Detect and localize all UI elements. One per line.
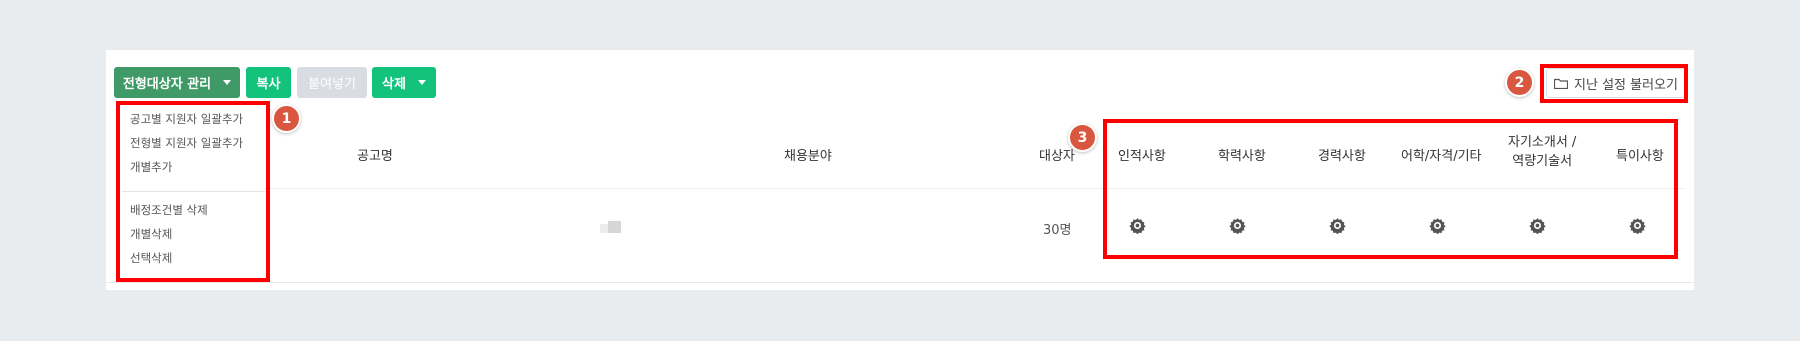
highlight-box-load-settings [1540,64,1688,103]
paste-label: 붙여넣기 [308,77,356,92]
delete-label: 삭제 [382,77,406,92]
field-thumbnail [600,221,621,233]
chevron-down-icon [417,80,426,85]
step-badge-3: 3 [1068,123,1097,152]
header-target: 대상자 [1039,149,1075,164]
header-notice: 공고명 [357,149,393,164]
step-badge-2: 2 [1505,68,1534,97]
copy-label: 복사 [256,77,281,92]
delete-button[interactable]: 삭제 [372,67,436,98]
chevron-down-icon [223,80,232,85]
header-field: 채용분야 [784,149,832,164]
target-count: 30명 [1043,223,1072,238]
paste-button[interactable]: 붙여넣기 [297,67,367,98]
table-bottom-border [106,282,1694,283]
step-badge-1: 1 [272,104,301,133]
highlight-box-dropdown [116,101,270,282]
highlight-box-settings-columns [1103,119,1678,259]
manage-candidates-label: 전형대상자 관리 [122,77,212,92]
manage-candidates-button[interactable]: 전형대상자 관리 [114,67,240,98]
copy-button[interactable]: 복사 [246,67,291,98]
